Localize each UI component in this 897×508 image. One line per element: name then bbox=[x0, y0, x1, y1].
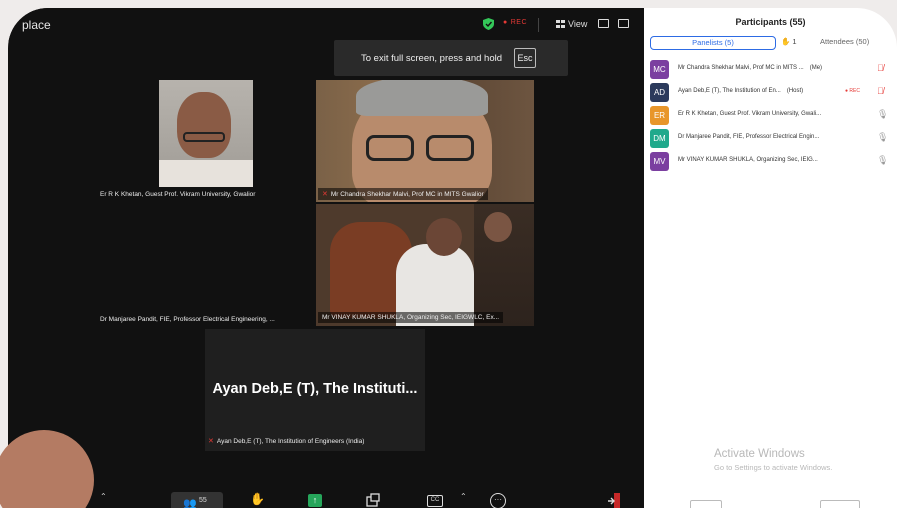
tile-name-pandit: Dr Manjaree Pandit, FIE, Professor Elect… bbox=[100, 316, 275, 323]
tile-name-malvi: ✕ Mr Chandra Shekhar Malvi, Prof MC in MI… bbox=[318, 188, 488, 200]
more-options-button[interactable]: ··· bbox=[490, 493, 506, 508]
participant-tabs: Panelists (5) ✋ 1 Attendees (50) bbox=[650, 36, 890, 50]
window-title: place bbox=[22, 18, 51, 32]
tab-panelists[interactable]: Panelists (5) bbox=[650, 36, 776, 50]
toolbar-divider bbox=[538, 18, 539, 32]
second-person-face bbox=[484, 212, 512, 242]
leave-icon[interactable] bbox=[606, 492, 622, 508]
participant-count: 55 bbox=[199, 497, 207, 504]
participant-name: Ayan Deb,E (T), The Institution of En...… bbox=[678, 88, 803, 94]
shield-icon[interactable] bbox=[483, 18, 494, 30]
fullscreen-message: To exit full screen, press and hold bbox=[361, 53, 502, 64]
tile-name-text: Ayan Deb,E (T), The Institution of Engin… bbox=[216, 438, 365, 445]
grid-icon bbox=[556, 20, 565, 28]
avatar: MV bbox=[650, 152, 669, 171]
video-tile-ayan[interactable]: Ayan Deb,E (T), The Instituti... ✕ Ayan D… bbox=[205, 329, 425, 451]
reactions-icon[interactable] bbox=[365, 493, 381, 508]
participant-glasses-left bbox=[366, 135, 414, 161]
meeting-top-bar: place REC View bbox=[8, 8, 644, 42]
participant-list: MC Mr Chandra Shekhar Malvi, Prof MC in M… bbox=[644, 58, 897, 173]
participant-face bbox=[177, 92, 231, 158]
participant-name-text: Dr Manjaree Pandit, FIE, Professor Elect… bbox=[678, 134, 820, 140]
tile-big-name-ayan: Ayan Deb,E (T), The Instituti... bbox=[212, 381, 418, 397]
microphone-icon[interactable]: 🎙 bbox=[877, 132, 888, 143]
participant-row[interactable]: AD Ayan Deb,E (T), The Institution of En.… bbox=[644, 81, 897, 104]
meeting-toolbar: ⌃ 👥 55 ✋ ↑ CC ⌃ ··· bbox=[8, 488, 644, 508]
activate-windows-watermark: Activate Windows Go to Settings to activ… bbox=[714, 448, 832, 472]
participant-shirt bbox=[159, 160, 253, 187]
participant-row[interactable]: MC Mr Chandra Shekhar Malvi, Prof MC in M… bbox=[644, 58, 897, 81]
participant-name: Dr Manjaree Pandit, FIE, Professor Elect… bbox=[678, 134, 819, 140]
microphone-icon[interactable]: 🎙 bbox=[877, 155, 888, 166]
meeting-window: place REC View To exit full screen, pres… bbox=[8, 8, 644, 508]
minimize-window-icon[interactable] bbox=[598, 19, 609, 28]
tile-name-khetan: Er R K Khetan, Guest Prof. Vikram Univer… bbox=[100, 191, 256, 198]
tab-attendees[interactable]: Attendees (50) bbox=[820, 37, 869, 46]
participants-title: Participants (55) bbox=[735, 17, 806, 27]
chevron-up-icon[interactable]: ⌃ bbox=[100, 492, 107, 501]
raised-hand-count: 1 bbox=[792, 37, 797, 46]
tile-name-shukla: Mr VINAY KUMAR SHUKLA, Organizing Sec, I… bbox=[318, 312, 504, 323]
participants-icon: 👥 bbox=[183, 498, 197, 508]
mic-muted-icon: ✕ bbox=[208, 438, 214, 445]
panel-footer-button[interactable] bbox=[820, 500, 860, 508]
participant-glasses-right bbox=[426, 135, 474, 161]
share-screen-button[interactable]: ↑ bbox=[308, 494, 322, 507]
raise-hand-icon: ✋ bbox=[781, 37, 791, 46]
panel-footer-button[interactable] bbox=[690, 500, 722, 508]
activate-title: Activate Windows bbox=[714, 448, 805, 460]
participant-row[interactable]: ER Er R K Khetan, Guest Prof. Vikram Univ… bbox=[644, 104, 897, 127]
closed-caption-button[interactable]: CC bbox=[427, 495, 443, 507]
tab-raised-hands[interactable]: ✋ 1 bbox=[781, 37, 797, 46]
participant-row[interactable]: DM Dr Manjaree Pandit, FIE, Professor Ele… bbox=[644, 127, 897, 150]
participant-name-text: Mr VINAY KUMAR SHUKLA, Organizing Sec, I… bbox=[678, 157, 818, 163]
exit-fullscreen-icon[interactable] bbox=[618, 19, 629, 28]
microphone-icon[interactable]: 🎙 bbox=[877, 109, 888, 120]
participant-hair bbox=[356, 80, 488, 116]
chevron-up-icon[interactable]: ⌃ bbox=[460, 492, 467, 501]
avatar: DM bbox=[650, 129, 669, 148]
participant-name: Mr VINAY KUMAR SHUKLA, Organizing Sec, I… bbox=[678, 157, 818, 163]
recording-badge: ● REC bbox=[845, 88, 860, 94]
recording-badge-text: REC bbox=[849, 88, 860, 94]
tile-name-ayan: ✕ Ayan Deb,E (T), The Institution of Engi… bbox=[208, 437, 364, 445]
participant-name-text: Mr Chandra Shekhar Malvi, Prof MC in MIT… bbox=[678, 65, 804, 71]
mic-muted-icon[interactable]: 🎙̸ bbox=[877, 86, 884, 96]
recording-indicator[interactable]: REC bbox=[503, 19, 527, 26]
tile-name-text: Mr Chandra Shekhar Malvi, Prof MC in MIT… bbox=[330, 191, 484, 198]
participant-name: Mr Chandra Shekhar Malvi, Prof MC in MIT… bbox=[678, 65, 822, 71]
mic-muted-icon[interactable]: 🎙̸ bbox=[877, 63, 884, 73]
participant-role-tag: (Me) bbox=[809, 65, 823, 71]
participant-glasses bbox=[183, 132, 225, 142]
video-tile-malvi[interactable]: ✕ Mr Chandra Shekhar Malvi, Prof MC in MI… bbox=[316, 80, 534, 202]
avatar: ER bbox=[650, 106, 669, 125]
participants-panel: Participants (55) Panelists (5) ✋ 1 Atten… bbox=[644, 8, 897, 508]
participants-button[interactable]: 👥 55 bbox=[171, 492, 223, 508]
avatar: MC bbox=[650, 60, 669, 79]
esc-key: Esc bbox=[514, 48, 536, 68]
participant-role-tag: (Host) bbox=[786, 88, 804, 94]
avatar: AD bbox=[650, 83, 669, 102]
participant-name-text: Er R K Khetan, Guest Prof. Vikram Univer… bbox=[678, 111, 822, 117]
view-button[interactable]: View bbox=[556, 19, 587, 29]
fullscreen-toast: To exit full screen, press and hold Esc bbox=[334, 40, 568, 76]
mic-muted-icon: ✕ bbox=[322, 191, 328, 198]
video-tile-khetan[interactable] bbox=[159, 80, 253, 187]
screen: place REC View To exit full screen, pres… bbox=[0, 0, 897, 508]
raise-hand-icon[interactable]: ✋ bbox=[250, 492, 265, 506]
participant-row[interactable]: MV Mr VINAY KUMAR SHUKLA, Organizing Sec,… bbox=[644, 150, 897, 173]
activate-subtitle: Go to Settings to activate Windows. bbox=[714, 463, 833, 472]
view-label: View bbox=[568, 19, 588, 29]
participant-name: Er R K Khetan, Guest Prof. Vikram Univer… bbox=[678, 111, 821, 117]
video-tile-shukla[interactable]: Mr VINAY KUMAR SHUKLA, Organizing Sec, I… bbox=[316, 204, 534, 326]
participant-face bbox=[426, 218, 462, 256]
participant-name-text: Ayan Deb,E (T), The Institution of En... bbox=[678, 88, 781, 94]
